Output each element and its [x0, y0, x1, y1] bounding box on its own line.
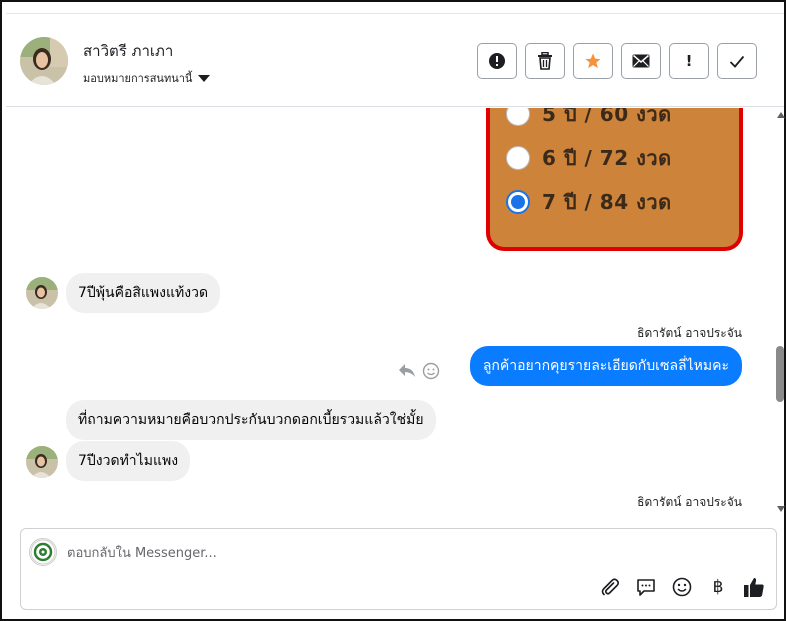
- alert-circle-icon: [489, 53, 505, 69]
- follow-up-button[interactable]: !: [669, 43, 709, 79]
- messenger-window: สาวิตรี ภาเภา มอบหมายการสนทนานี้ ! 5 ปี …: [0, 0, 786, 621]
- option-label: 6 ปี / 72 งวด: [542, 146, 672, 170]
- contact-name[interactable]: สาวิตรี ภาเภา: [83, 39, 173, 63]
- installment-option: 6 ปี / 72 งวด: [506, 142, 672, 174]
- header-actions: !: [477, 43, 757, 79]
- mark-unread-button[interactable]: [621, 43, 661, 79]
- mark-spam-button[interactable]: [477, 43, 517, 79]
- option-label: 5 ปี / 60 งวด: [542, 108, 672, 126]
- option-label: 7 ปี / 84 งวด: [542, 190, 672, 214]
- message-actions: [398, 362, 440, 380]
- assign-conversation-dropdown[interactable]: มอบหมายการสนทนานี้: [83, 69, 211, 87]
- reply-composer: ฿: [20, 528, 777, 610]
- incoming-message[interactable]: ที่ถามความหมายคือบวกประกันบวกดอกเบี้ยรวม…: [66, 400, 436, 440]
- reply-icon[interactable]: [398, 362, 416, 378]
- incoming-message[interactable]: 7ปีพุ้นคือสิแพงแท้งวด: [66, 273, 221, 313]
- emoji-react-icon[interactable]: [422, 362, 440, 380]
- reply-input[interactable]: [67, 542, 667, 564]
- page-avatar: [29, 538, 57, 566]
- star-icon: [585, 53, 601, 69]
- incoming-message[interactable]: 7ปีงวดทำไมแพง: [66, 441, 191, 481]
- delete-button[interactable]: [525, 43, 565, 79]
- attachment-button[interactable]: [599, 576, 621, 598]
- sender-name: ธิดารัตน์ อาจประจัน: [637, 326, 742, 340]
- composer-tools: ฿: [599, 576, 765, 598]
- exclamation-icon: !: [685, 52, 693, 70]
- like-button[interactable]: [743, 576, 765, 598]
- emoji-button[interactable]: [671, 576, 693, 598]
- installment-option: 5 ปี / 60 งวด: [506, 108, 672, 130]
- assign-label: มอบหมายการสนทนานี้: [83, 72, 193, 85]
- contact-avatar[interactable]: [20, 37, 68, 85]
- chat-bubble-icon: [637, 579, 655, 596]
- scroll-up-arrow-icon[interactable]: [777, 112, 785, 118]
- scroll-down-arrow-icon[interactable]: [777, 506, 785, 512]
- radio-unselected-icon: [506, 108, 530, 126]
- payment-button[interactable]: ฿: [707, 576, 729, 598]
- paperclip-icon: [601, 578, 620, 596]
- conversation-header: สาวิตรี ภาเภา มอบหมายการสนทนานี้ !: [6, 13, 784, 107]
- trash-icon: [538, 52, 552, 70]
- radio-selected-icon: [506, 190, 530, 214]
- message-thread[interactable]: 5 ปี / 60 งวด 6 ปี / 72 งวด 7 ปี / 84 งว…: [6, 108, 774, 522]
- checkmark-icon: [729, 55, 745, 68]
- caret-down-icon: [198, 74, 211, 82]
- sender-name: ธิดารัตน์ อาจประจัน: [637, 495, 742, 509]
- radio-unselected-icon: [506, 146, 530, 170]
- installment-option: 7 ปี / 84 งวด: [506, 186, 672, 218]
- saved-replies-button[interactable]: [635, 576, 657, 598]
- scrollbar-thumb[interactable]: [776, 346, 784, 402]
- star-button[interactable]: [573, 43, 613, 79]
- contact-avatar-small[interactable]: [26, 277, 58, 309]
- envelope-icon: [632, 54, 650, 68]
- outgoing-message[interactable]: ลูกค้าอยากคุยรายละเอียดกับเซลลี่ไหมคะ: [469, 346, 742, 386]
- shared-image-installment-options[interactable]: 5 ปี / 60 งวด 6 ปี / 72 งวด 7 ปี / 84 งว…: [486, 108, 743, 251]
- contact-avatar-small[interactable]: [26, 446, 58, 478]
- smiley-icon: [672, 577, 692, 597]
- thread-scrollbar[interactable]: [775, 108, 786, 522]
- thumbs-up-icon: [744, 578, 764, 597]
- mark-done-button[interactable]: [717, 43, 757, 79]
- baht-icon: ฿: [712, 577, 724, 597]
